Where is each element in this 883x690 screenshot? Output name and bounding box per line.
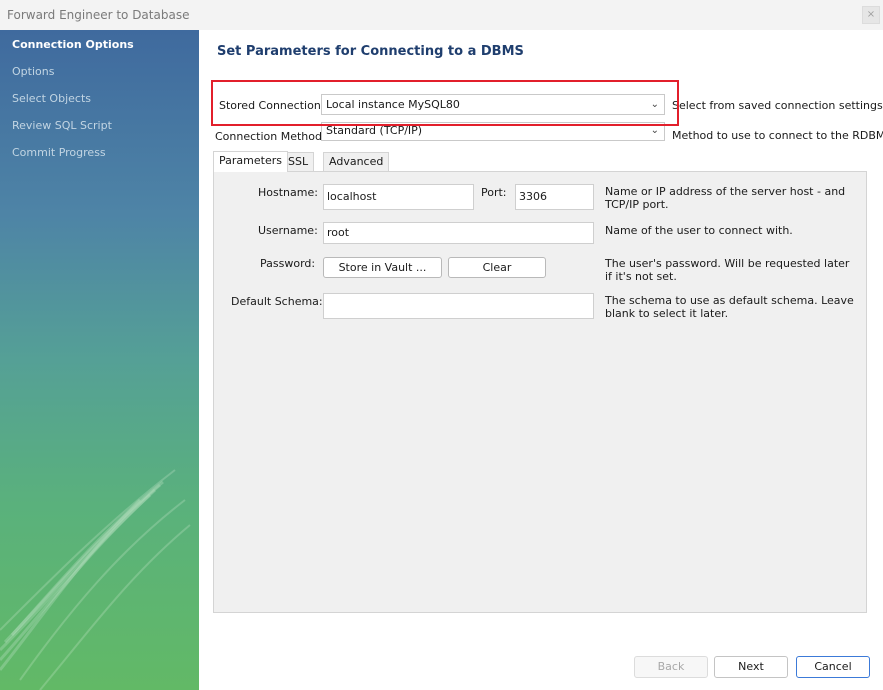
wizard-window: Forward Engineer to Database × Connectio… (0, 0, 883, 690)
tab-advanced[interactable]: Advanced (323, 152, 390, 172)
default-schema-description: The schema to use as default schema. Lea… (605, 294, 854, 320)
default-schema-input[interactable] (323, 293, 594, 319)
wizard-sidebar: Connection Options Options Select Object… (0, 30, 199, 690)
next-button[interactable]: Next (714, 656, 788, 678)
connection-method-hint: Method to use to connect to the RDBMS (672, 129, 883, 142)
stored-connection-hint: Select from saved connection settings (672, 99, 883, 112)
page-title: Set Parameters for Connecting to a DBMS (217, 44, 524, 59)
password-description: The user's password. Will be requested l… (605, 257, 850, 283)
hostname-label: Hostname: (258, 186, 318, 199)
main-panel: Set Parameters for Connecting to a DBMS … (199, 30, 883, 690)
tab-parameters[interactable]: Parameters (213, 151, 288, 172)
sidebar-item-select-objects: Select Objects (12, 92, 91, 105)
default-schema-label: Default Schema: (231, 295, 323, 308)
username-label: Username: (258, 224, 318, 237)
store-in-vault-button[interactable]: Store in Vault ... (323, 257, 442, 278)
clear-password-button[interactable]: Clear (448, 257, 546, 278)
password-label: Password: (260, 257, 316, 270)
port-label: Port: (481, 186, 507, 199)
back-button[interactable]: Back (634, 656, 708, 678)
username-input[interactable]: root (323, 222, 594, 244)
parameters-panel: Hostname: localhost Port: 3306 Name or I… (213, 171, 867, 613)
sidebar-item-options: Options (12, 65, 55, 78)
window-title: Forward Engineer to Database (7, 8, 190, 22)
connection-method-label: Connection Method: (215, 130, 326, 143)
username-description: Name of the user to connect with. (605, 224, 793, 237)
port-input[interactable]: 3306 (515, 184, 594, 210)
cancel-button[interactable]: Cancel (796, 656, 870, 678)
hostname-input[interactable]: localhost (323, 184, 474, 210)
highlight-annotation (211, 80, 679, 126)
hostname-description: Name or IP address of the server host - … (605, 185, 846, 211)
close-icon: × (866, 9, 876, 20)
sidebar-item-connection-options: Connection Options (12, 38, 134, 51)
title-bar: Forward Engineer to Database × (0, 0, 883, 30)
close-button[interactable]: × (862, 6, 880, 24)
sidebar-item-review-sql-script: Review SQL Script (12, 119, 112, 132)
sidebar-item-commit-progress: Commit Progress (12, 146, 106, 159)
